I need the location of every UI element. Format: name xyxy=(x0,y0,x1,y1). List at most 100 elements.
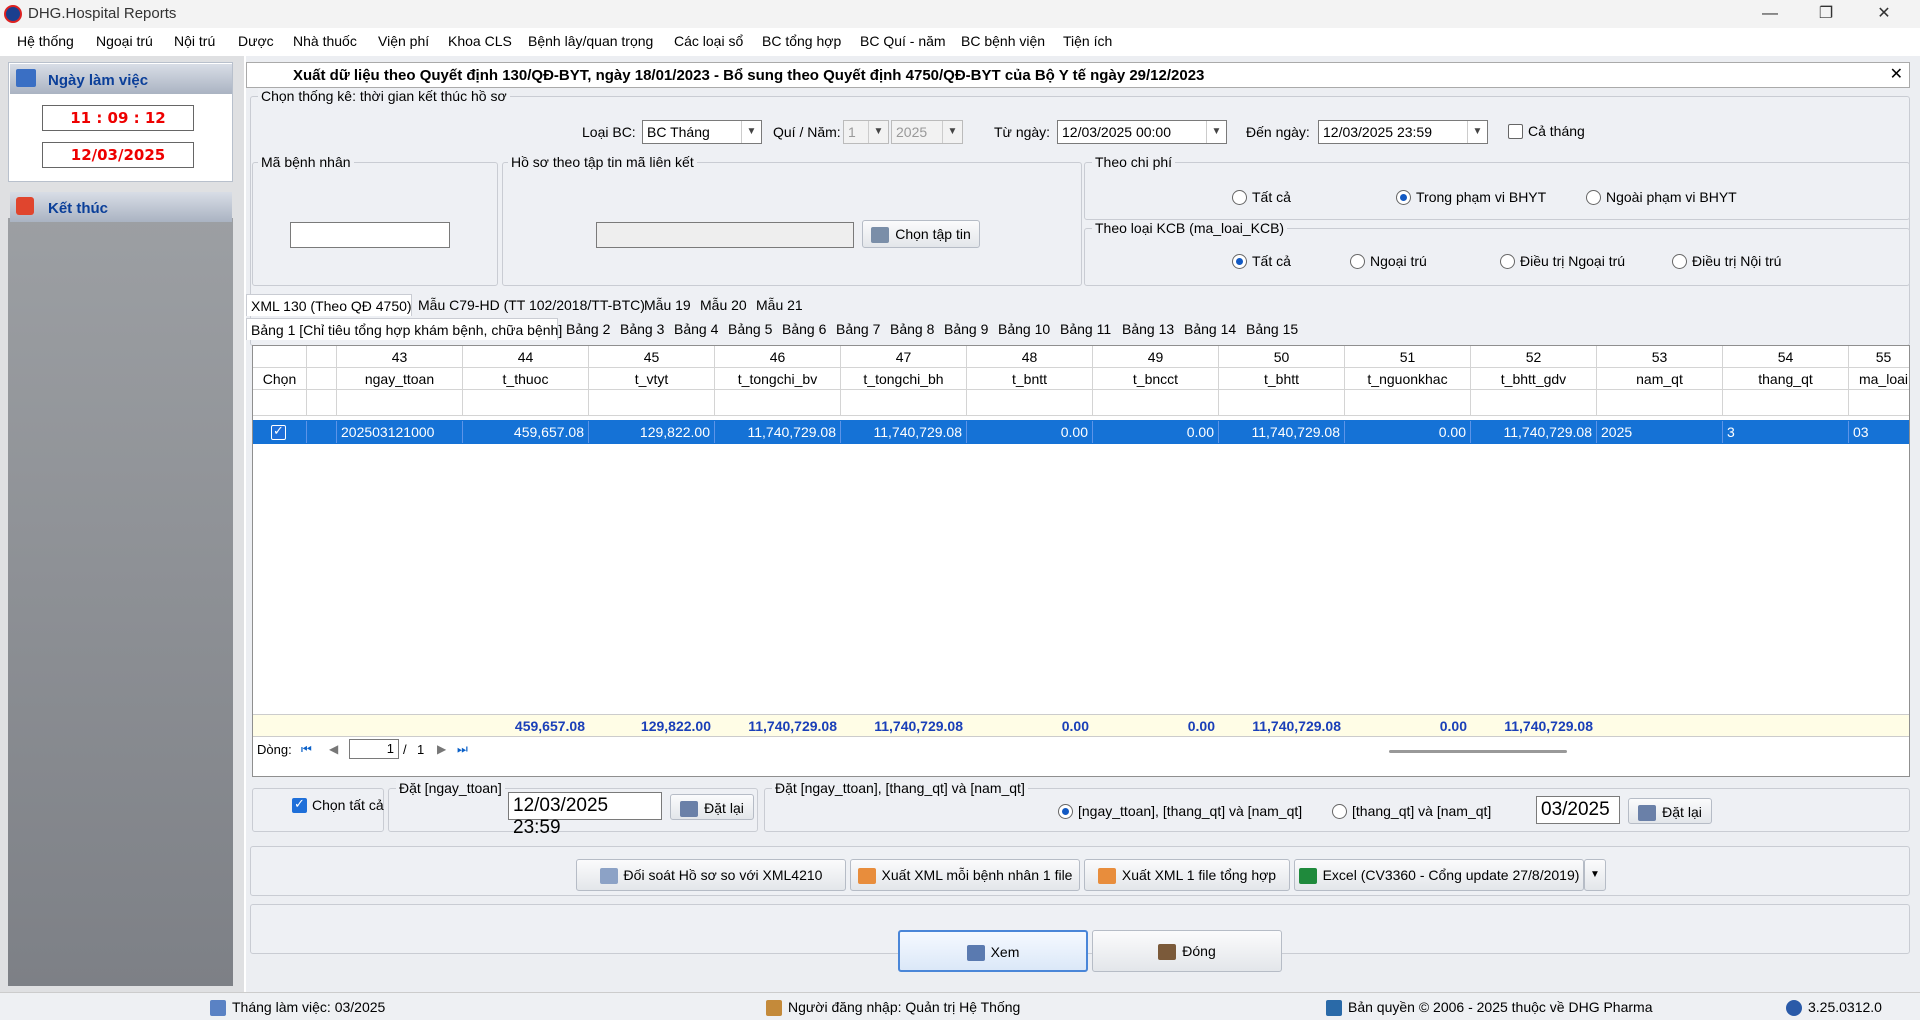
table-cell[interactable]: 3 xyxy=(1723,421,1849,443)
prev-page-icon[interactable]: ◀ xyxy=(329,742,338,756)
table-cell[interactable]: 202503121000 xyxy=(337,421,463,443)
table-cell[interactable]: 0.00 xyxy=(967,421,1093,443)
nam-select[interactable]: 2025 ▼ xyxy=(891,120,963,144)
tab-bang-10[interactable]: Bảng 10 xyxy=(994,318,1054,340)
den-ngay-picker[interactable]: 12/03/2025 23:59 ▼ xyxy=(1318,120,1488,144)
tab-mau-21[interactable]: Mẫu 21 xyxy=(752,294,807,316)
column-header[interactable]: ma_loai xyxy=(1849,368,1909,390)
tab-bang-9[interactable]: Bảng 9 xyxy=(940,318,992,340)
tab-bang-7[interactable]: Bảng 7 xyxy=(832,318,884,340)
doi-soat-button[interactable]: Đối soát Hồ sơ so với XML4210 xyxy=(576,859,846,891)
menu-he-thong[interactable]: Hệ thống xyxy=(17,33,74,49)
filter-cell[interactable] xyxy=(1219,390,1345,416)
xuat-xml-tong-button[interactable]: Xuất XML 1 file tổng hợp xyxy=(1084,859,1290,891)
menu-ngoai-tru[interactable]: Ngoại trú xyxy=(96,33,153,49)
last-page-icon[interactable]: ⏭ xyxy=(457,742,468,757)
tab-bang-4[interactable]: Bảng 4 xyxy=(670,318,722,340)
xem-button[interactable]: Xem xyxy=(898,930,1088,972)
filter-cell[interactable] xyxy=(463,390,589,416)
column-header[interactable]: t_vtyt xyxy=(589,368,715,390)
ca-thang-checkbox[interactable] xyxy=(1508,124,1523,139)
dat-lai-2-button[interactable]: Đặt lại xyxy=(1628,798,1712,824)
tab-bang-14[interactable]: Bảng 14 xyxy=(1180,318,1240,340)
loai-bc-select[interactable]: BC Tháng ▼ xyxy=(642,120,762,144)
filter-cell[interactable] xyxy=(337,390,463,416)
tab-bang-15[interactable]: Bảng 15 xyxy=(1242,318,1302,340)
excel-button[interactable]: Excel (CV3360 - Cổng update 27/8/2019) xyxy=(1294,859,1584,891)
table-cell[interactable]: 11,740,729.08 xyxy=(1471,421,1597,443)
tab-mau-c79[interactable]: Mẫu C79-HD (TT 102/2018/TT-BTC) xyxy=(414,294,649,316)
filter-cell[interactable] xyxy=(967,390,1093,416)
table-cell[interactable]: 11,740,729.08 xyxy=(1219,421,1345,443)
filter-cell[interactable] xyxy=(841,390,967,416)
dat-option-2-radio[interactable] xyxy=(1332,804,1347,819)
menu-bc-qui-nam[interactable]: BC Quí - năm xyxy=(860,33,946,49)
menu-bc-benh-vien[interactable]: BC bệnh viện xyxy=(961,33,1045,49)
tab-bang-3[interactable]: Bảng 3 xyxy=(616,318,668,340)
tab-bang-5[interactable]: Bảng 5 xyxy=(724,318,776,340)
next-page-icon[interactable]: ▶ xyxy=(437,742,446,756)
first-page-icon[interactable]: ⏮ xyxy=(301,742,312,757)
kcb-dt-ngoai-tru-radio[interactable] xyxy=(1500,254,1515,269)
dat-ngay-input[interactable]: 12/03/2025 23:59 xyxy=(508,792,662,838)
filter-cell[interactable] xyxy=(589,390,715,416)
tab-bang-11[interactable]: Bảng 11 xyxy=(1056,318,1115,340)
xuat-xml-moi-button[interactable]: Xuất XML mỗi bệnh nhân 1 file xyxy=(850,859,1080,891)
column-header[interactable]: t_bhtt_gdv xyxy=(1471,368,1597,390)
chi-phi-trong-bhyt-radio[interactable] xyxy=(1396,190,1411,205)
menu-khoa-cls[interactable]: Khoa CLS xyxy=(448,33,512,49)
dong-button[interactable]: Đóng xyxy=(1092,930,1282,972)
table-cell[interactable]: 0.00 xyxy=(1345,421,1471,443)
work-day-header[interactable]: Ngày làm việc xyxy=(10,64,232,94)
tab-bang-2[interactable]: Bảng 2 xyxy=(562,318,614,340)
tab-bang-6[interactable]: Bảng 6 xyxy=(778,318,830,340)
form-close-icon[interactable]: ✕ xyxy=(1890,64,1903,84)
tab-mau-19[interactable]: Mẫu 19 xyxy=(640,294,695,316)
quy-select[interactable]: 1 ▼ xyxy=(843,120,889,144)
column-header[interactable]: t_bhtt xyxy=(1219,368,1345,390)
data-grid[interactable]: Chọn 43 ngay_ttoan 202503121000 44 t_thuoc 459… xyxy=(252,345,1910,777)
tab-mau-20[interactable]: Mẫu 20 xyxy=(696,294,751,316)
column-header[interactable]: t_nguonkhac xyxy=(1345,368,1471,390)
menu-bc-tong-hop[interactable]: BC tổng hợp xyxy=(762,33,841,49)
column-header[interactable]: t_thuoc xyxy=(463,368,589,390)
filter-cell[interactable] xyxy=(1723,390,1849,416)
filter-cell[interactable] xyxy=(1093,390,1219,416)
filter-cell[interactable] xyxy=(1597,390,1723,416)
filter-cell[interactable] xyxy=(307,390,337,416)
chon-tap-tin-button[interactable]: Chọn tập tin xyxy=(862,220,980,248)
kcb-tat-ca-radio[interactable] xyxy=(1232,254,1247,269)
kcb-dt-noi-tru-radio[interactable] xyxy=(1672,254,1687,269)
ma-benh-nhan-input[interactable] xyxy=(290,222,450,248)
table-cell[interactable]: 0.00 xyxy=(1093,421,1219,443)
table-cell[interactable]: 11,740,729.08 xyxy=(841,421,967,443)
column-header[interactable]: Chọn xyxy=(253,368,307,390)
table-cell[interactable]: 2025 xyxy=(1597,421,1723,443)
row-select-checkbox[interactable] xyxy=(271,423,286,440)
column-header[interactable]: t_tongchi_bh xyxy=(841,368,967,390)
menu-tien-ich[interactable]: Tiện ích xyxy=(1063,33,1112,49)
table-cell[interactable] xyxy=(307,421,337,443)
table-cell[interactable]: 459,657.08 xyxy=(463,421,589,443)
column-header[interactable]: t_bntt xyxy=(967,368,1093,390)
horizontal-scrollbar[interactable] xyxy=(1389,750,1567,753)
chi-phi-ngoai-bhyt-radio[interactable] xyxy=(1586,190,1601,205)
table-cell[interactable]: 11,740,729.08 xyxy=(715,421,841,443)
tab-bang-8[interactable]: Bảng 8 xyxy=(886,318,938,340)
chi-phi-tat-ca-radio[interactable] xyxy=(1232,190,1247,205)
page-input[interactable]: 1 xyxy=(349,739,399,759)
tab-bang-1[interactable]: Bảng 1 [Chỉ tiêu tổng hợp khám bệnh, chữ… xyxy=(246,318,562,340)
file-path-input[interactable] xyxy=(596,222,854,248)
column-header[interactable]: thang_qt xyxy=(1723,368,1849,390)
menu-nha-thuoc[interactable]: Nhà thuốc xyxy=(293,33,357,49)
close-icon[interactable]: ✕ xyxy=(1856,0,1912,28)
menu-benh-lay[interactable]: Bệnh lây/quan trọng xyxy=(528,33,653,49)
tab-bang-13[interactable]: Bảng 13 xyxy=(1118,318,1178,340)
table-cell[interactable]: 03 xyxy=(1849,421,1909,443)
filter-cell[interactable] xyxy=(1471,390,1597,416)
minimize-icon[interactable]: — xyxy=(1742,0,1798,28)
filter-cell[interactable] xyxy=(715,390,841,416)
filter-cell[interactable] xyxy=(1849,390,1909,416)
dat-lai-button[interactable]: Đặt lại xyxy=(670,794,754,820)
menu-duoc[interactable]: Dược xyxy=(238,33,274,49)
